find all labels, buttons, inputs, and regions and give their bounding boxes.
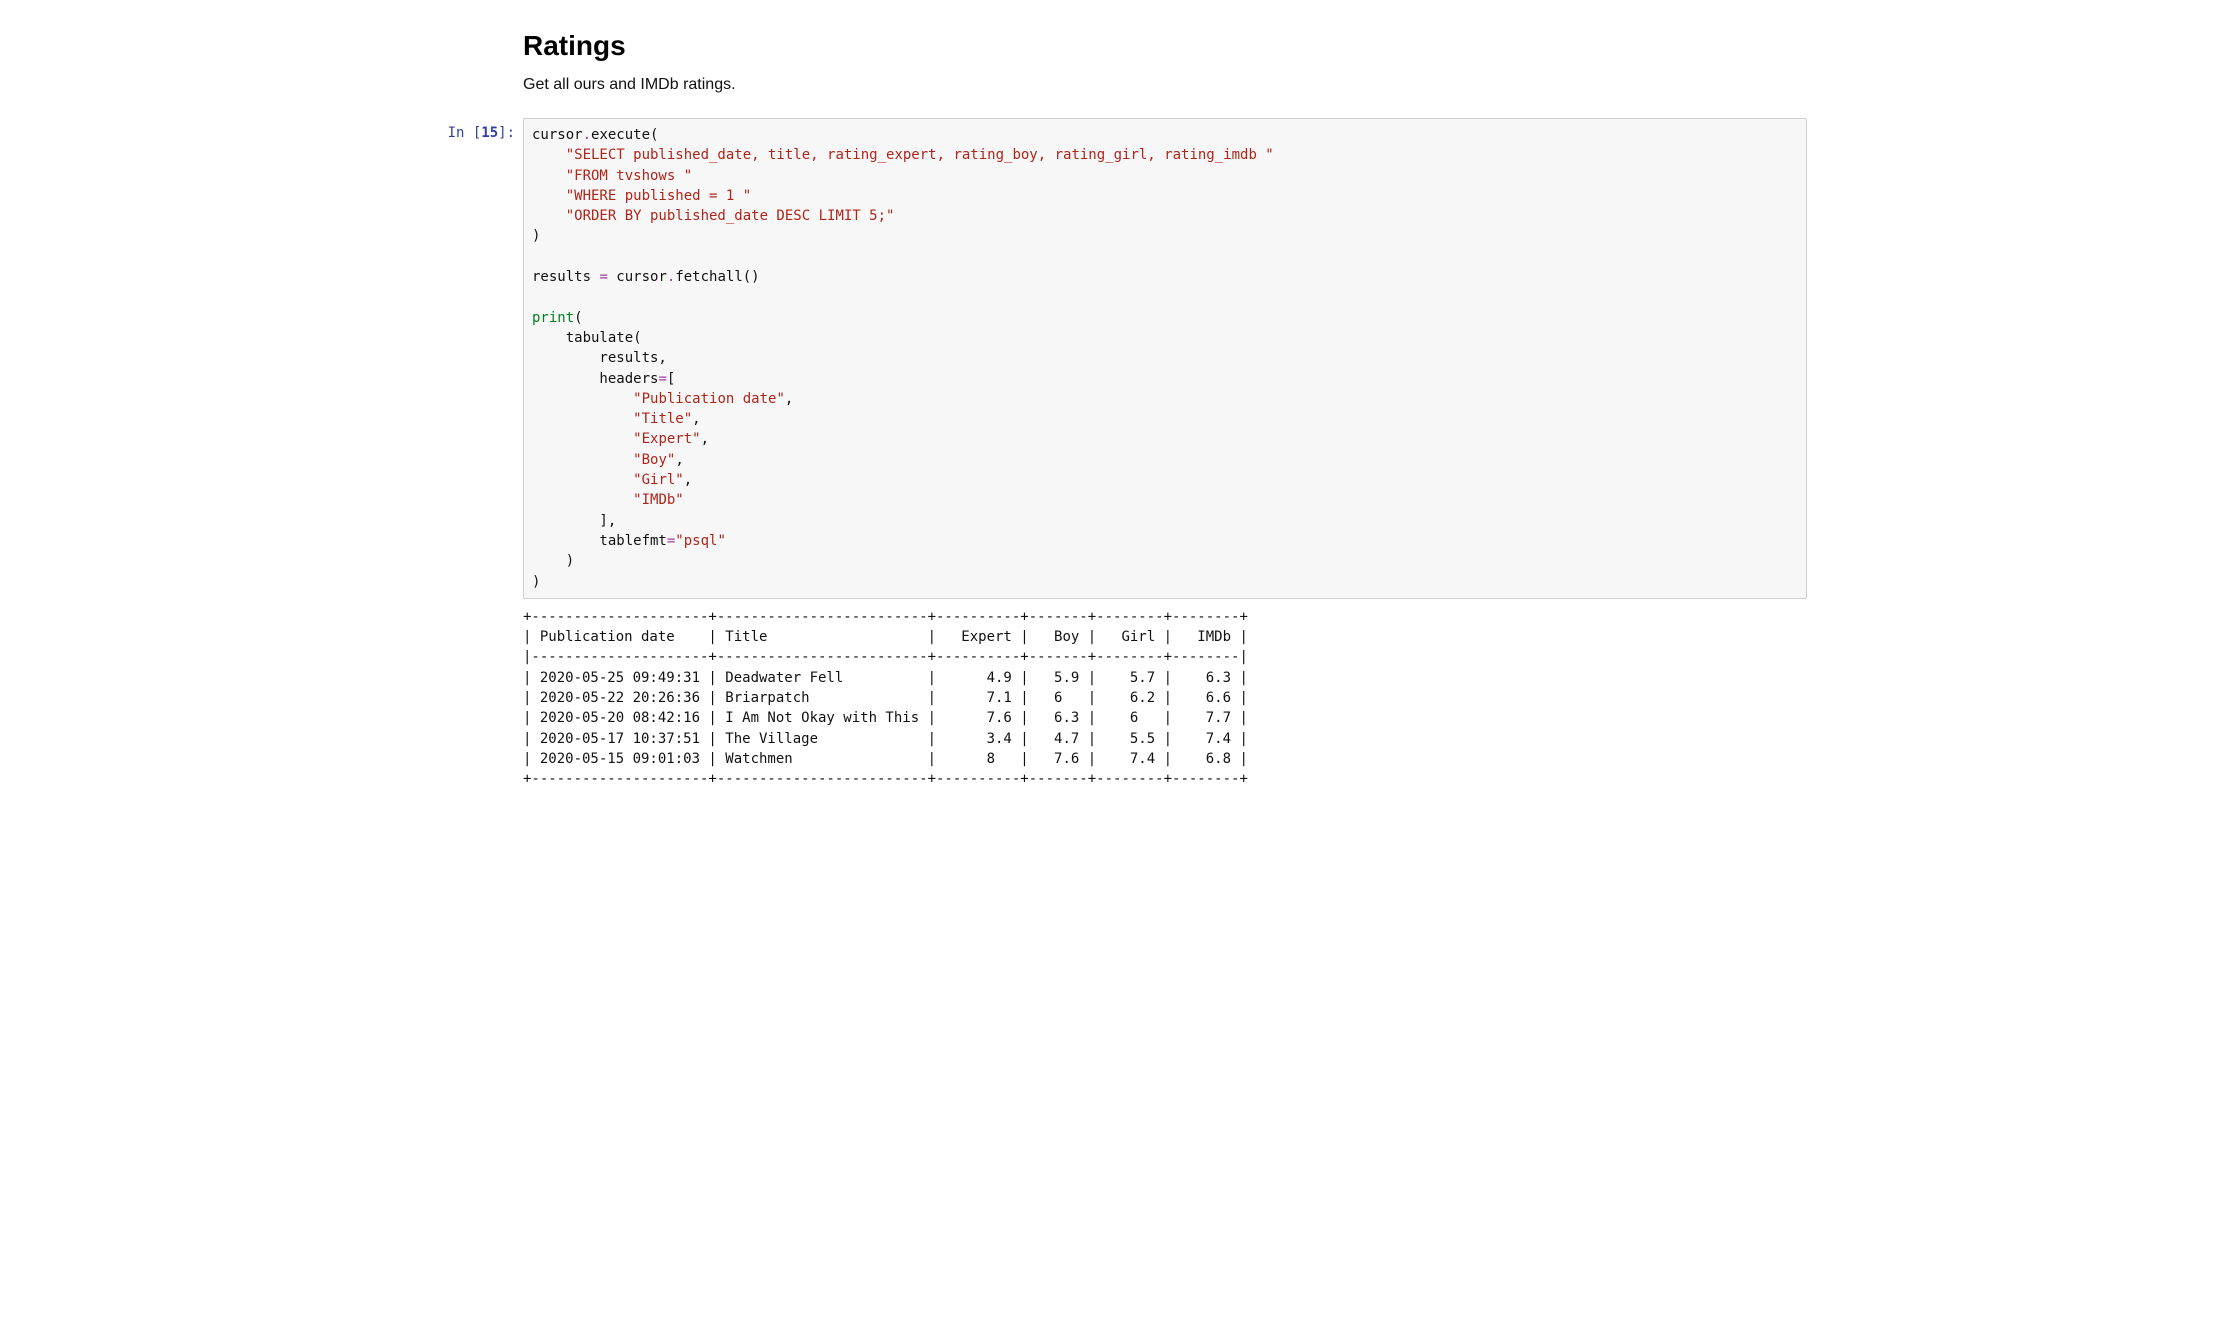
code-token: results: [532, 269, 599, 285]
code-string: "WHERE published = 1 ": [566, 188, 751, 204]
code-token: .: [583, 127, 591, 143]
code-token: tabulate(: [532, 330, 642, 346]
code-token: cursor: [608, 269, 667, 285]
code-string: "IMDb": [633, 492, 684, 508]
code-content[interactable]: cursor.execute( "SELECT published_date, …: [532, 125, 1798, 592]
notebook-container: Ratings Get all ours and IMDb ratings. I…: [387, 30, 1827, 794]
code-token: ): [532, 553, 574, 569]
code-token: ],: [532, 513, 616, 529]
code-token: ,: [675, 452, 683, 468]
input-prompt: In [15]:: [407, 118, 523, 141]
code-token: tablefmt: [532, 533, 667, 549]
code-token: headers: [532, 371, 658, 387]
code-operator: =: [599, 269, 607, 285]
code-string: "Expert": [633, 431, 700, 447]
prompt-number: 15: [481, 125, 498, 141]
code-string: "SELECT published_date, title, rating_ex…: [566, 147, 1274, 163]
markdown-cell: Ratings Get all ours and IMDb ratings.: [523, 30, 1787, 94]
code-input-area[interactable]: cursor.execute( "SELECT published_date, …: [523, 118, 1807, 599]
section-heading: Ratings: [523, 30, 1787, 62]
code-token: (: [574, 310, 582, 326]
code-token: execute(: [591, 127, 658, 143]
code-token: ,: [692, 411, 700, 427]
output-cell: +---------------------+-----------------…: [407, 603, 1807, 794]
code-string: "Boy": [633, 452, 675, 468]
code-token: ,: [785, 391, 793, 407]
prompt-in-label: In [: [448, 125, 482, 141]
code-builtin: print: [532, 310, 574, 326]
code-token: ,: [701, 431, 709, 447]
prompt-close: ]:: [498, 125, 515, 141]
section-description: Get all ours and IMDb ratings.: [523, 76, 1787, 94]
code-string: "ORDER BY published_date DESC LIMIT 5;": [566, 208, 895, 224]
code-string: "Title": [633, 411, 692, 427]
code-token: ): [532, 574, 540, 590]
output-text: +---------------------+-----------------…: [523, 607, 1799, 790]
code-token: cursor: [532, 127, 583, 143]
code-cell: In [15]: cursor.execute( "SELECT publish…: [407, 118, 1807, 599]
code-token: ): [532, 228, 540, 244]
code-string: "FROM tvshows ": [566, 168, 692, 184]
code-string: "psql": [675, 533, 726, 549]
code-token: fetchall(): [675, 269, 759, 285]
code-string: "Girl": [633, 472, 684, 488]
code-token: ,: [684, 472, 692, 488]
code-token: results,: [532, 350, 667, 366]
code-operator: =: [658, 371, 666, 387]
code-token: [: [667, 371, 675, 387]
code-string: "Publication date": [633, 391, 785, 407]
output-area: +---------------------+-----------------…: [515, 603, 1807, 794]
